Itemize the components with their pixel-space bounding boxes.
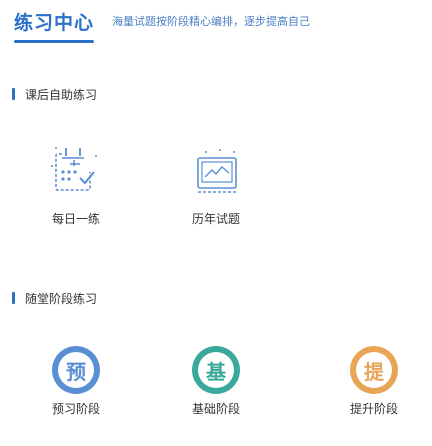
section-header-stage-practice: 随堂阶段练习 [12, 290, 97, 306]
tile-advanced-stage[interactable]: 提 提升阶段 [334, 342, 414, 417]
tile-label: 预习阶段 [51, 402, 100, 416]
section-bar [12, 88, 15, 100]
preview-stage-icon: 预 [52, 346, 100, 394]
tile-preview-stage[interactable]: 预 预习阶段 [36, 342, 116, 417]
tile-label: 历年试题 [191, 212, 240, 226]
advanced-stage-icon: 提 [350, 346, 398, 394]
tile-label: 基础阶段 [191, 402, 240, 416]
section-header-self-practice: 课后自助练习 [12, 86, 97, 102]
tile-past-exams[interactable]: 历年试题 [176, 138, 256, 227]
past-exams-icon [176, 138, 256, 202]
stage-glyph: 基 [198, 352, 234, 388]
tile-daily-practice[interactable]: 每日一练 [36, 138, 116, 227]
tile-label: 提升阶段 [349, 402, 398, 416]
page-subtitle: 海量试题按阶段精心编排，逐步提高自己 [112, 15, 310, 28]
daily-practice-icon [36, 138, 116, 202]
section-title: 课后自助练习 [25, 87, 98, 102]
page-header: 练习中心 海量试题按阶段精心编排，逐步提高自己 [0, 0, 432, 52]
basic-stage-icon: 基 [192, 346, 240, 394]
section-bar [12, 292, 15, 304]
stage-glyph: 预 [58, 352, 94, 388]
title-underline [14, 40, 94, 43]
tile-basic-stage[interactable]: 基 基础阶段 [176, 342, 256, 417]
tile-label: 每日一练 [51, 212, 100, 226]
stage-glyph: 提 [356, 352, 392, 388]
page-title: 练习中心 [14, 12, 95, 34]
section-title: 随堂阶段练习 [25, 291, 98, 306]
